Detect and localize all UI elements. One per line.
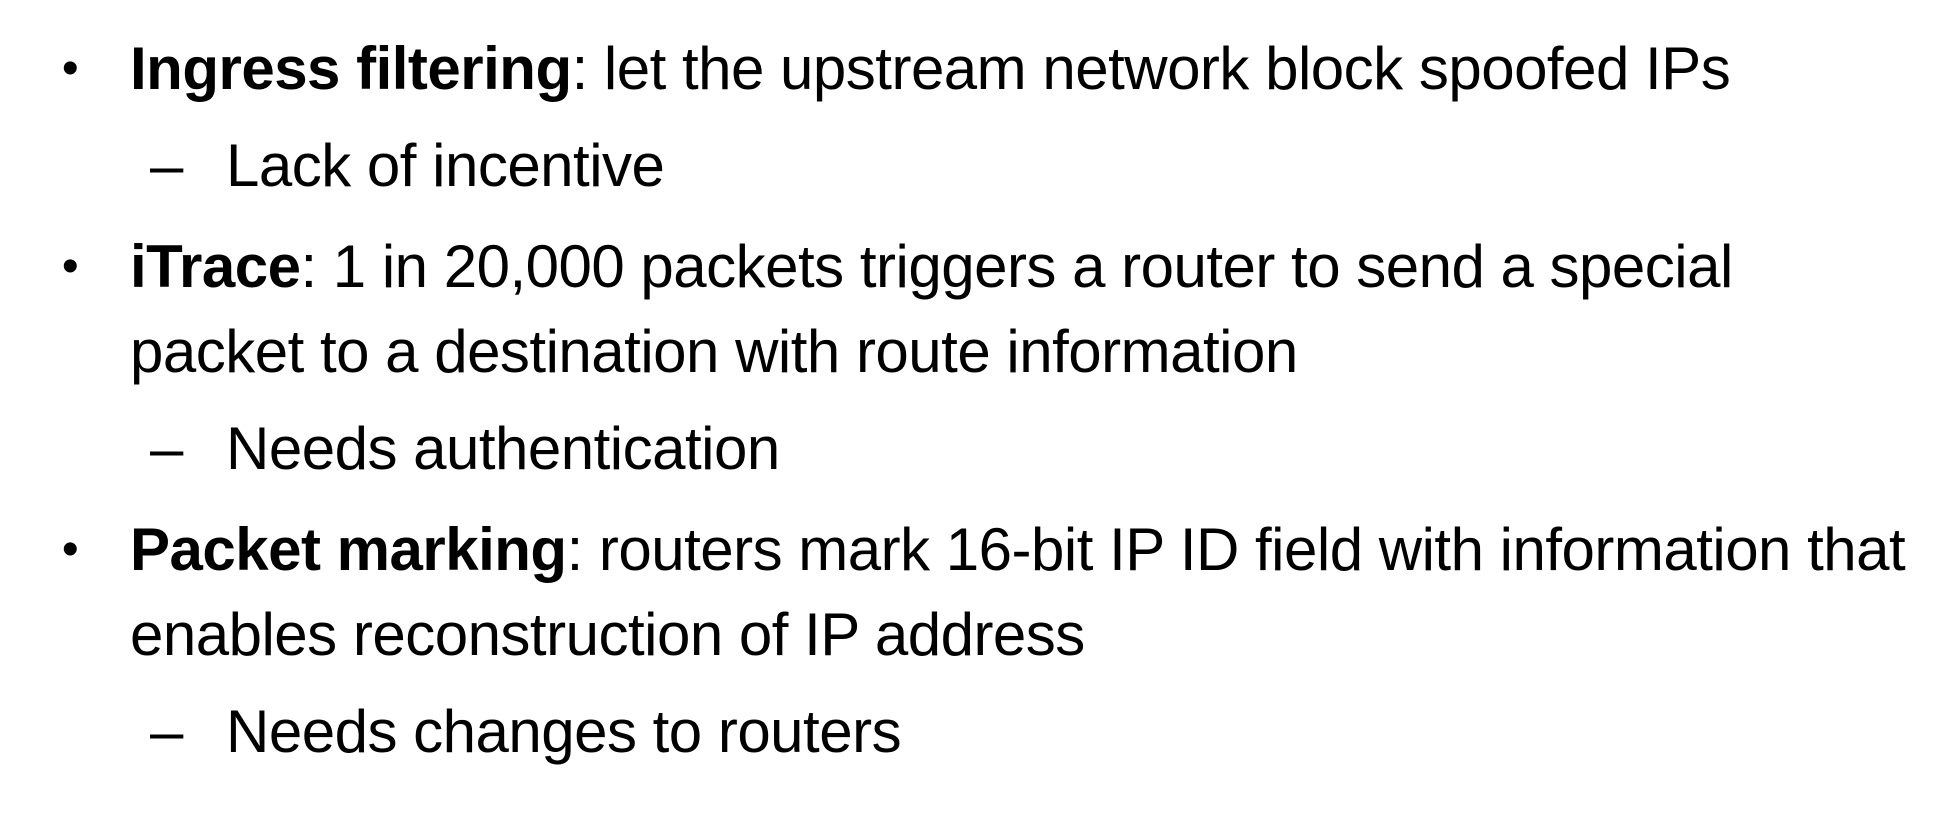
sub-dash: – [150,698,183,765]
bullet-dot: • [61,240,79,293]
sub-text: Needs authentication [226,415,780,482]
sub-dash: – [150,415,183,482]
bullet-dot: • [61,42,79,95]
bullet-term: Ingress filtering [130,35,572,102]
bullet-item-itrace: • iTrace: 1 in 20,000 packets triggers a… [0,224,1946,394]
sub-dash: – [150,132,183,199]
sub-item-needs-changes-to-routers: – Needs changes to routers [0,689,1946,774]
sub-item-lack-of-incentive: – Lack of incentive [0,123,1946,208]
sub-text: Lack of incentive [226,132,665,199]
bullet-term: Packet marking [130,516,567,583]
bullet-list: • Ingress filtering: let the upstream ne… [0,26,1946,774]
bullet-item-ingress-filtering: • Ingress filtering: let the upstream ne… [0,26,1946,111]
bullet-text: : 1 in 20,000 packets triggers a router … [130,233,1733,385]
bullet-term: iTrace [130,233,301,300]
sub-text: Needs changes to routers [226,698,902,765]
bullet-text: : let the upstream network block spoofed… [571,35,1731,102]
bullet-item-packet-marking: • Packet marking: routers mark 16-bit IP… [0,507,1946,677]
slide: • Ingress filtering: let the upstream ne… [0,0,1946,818]
bullet-dot: • [61,523,79,576]
sub-item-needs-authentication: – Needs authentication [0,406,1946,491]
